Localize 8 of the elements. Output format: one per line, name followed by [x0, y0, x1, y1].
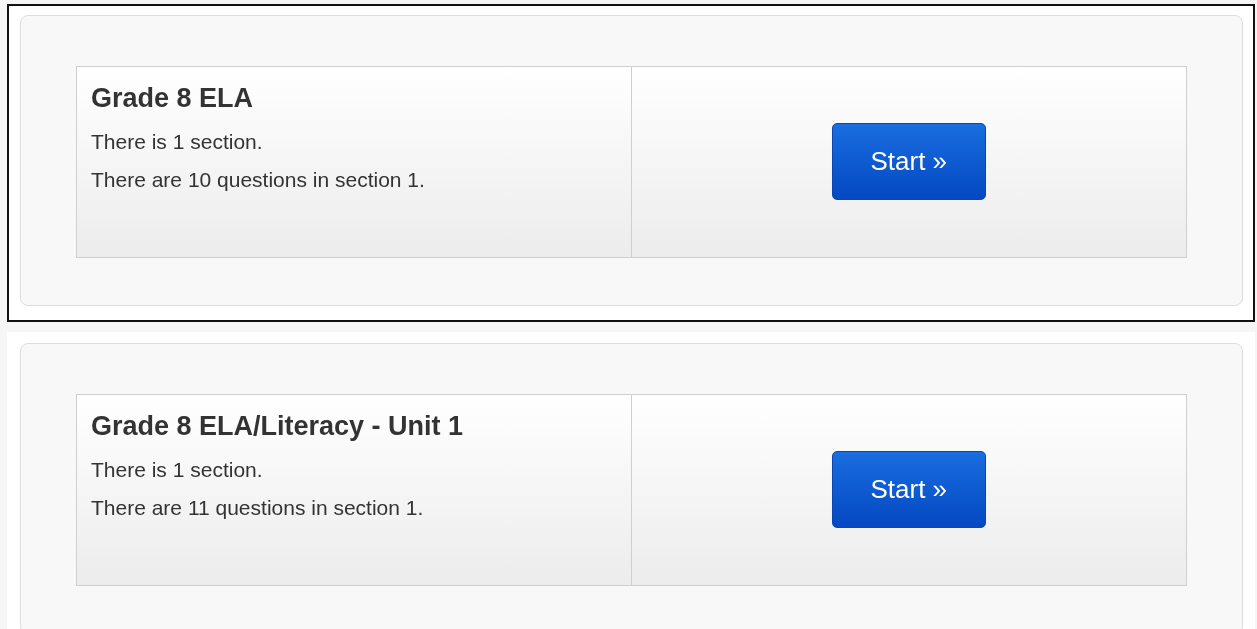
assessment-info: There are 11 questions in section 1.	[91, 496, 425, 520]
assessment-info: There is 1 section.	[91, 458, 264, 482]
start-button[interactable]: Start »	[831, 123, 986, 200]
assessment-title: Grade 8 ELA	[91, 83, 255, 114]
assessment-title: Grade 8 ELA/Literacy - Unit 1	[91, 411, 465, 442]
start-button[interactable]: Start »	[831, 451, 986, 528]
assessment-info: There is 1 section.	[91, 130, 264, 154]
assessment-info: There are 10 questions in section 1.	[91, 168, 426, 192]
